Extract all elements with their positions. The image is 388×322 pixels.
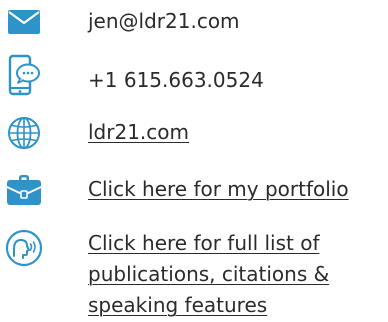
phone-chat-icon xyxy=(4,54,44,96)
speaking-head-icon xyxy=(4,228,44,268)
publications-link-line-3[interactable]: speaking features xyxy=(88,290,329,321)
phone-number[interactable]: +1 615.663.0524 xyxy=(88,65,264,96)
website-link[interactable]: ldr21.com xyxy=(88,117,189,148)
globe-icon xyxy=(4,113,44,153)
publications-link-line-1[interactable]: Click here for full list of xyxy=(88,228,329,259)
portfolio-row: Click here for my portfolio xyxy=(0,168,388,212)
envelope-icon xyxy=(4,2,44,42)
publications-link[interactable]: Click here for full list of publications… xyxy=(88,228,329,321)
publications-row: Click here for full list of publications… xyxy=(0,226,388,322)
website-row: ldr21.com xyxy=(0,113,388,153)
portfolio-link[interactable]: Click here for my portfolio xyxy=(88,174,349,205)
email-row: jen@ldr21.com xyxy=(0,0,388,40)
email-address[interactable]: jen@ldr21.com xyxy=(88,6,240,37)
phone-row: +1 615.663.0524 xyxy=(0,54,388,101)
briefcase-icon xyxy=(4,170,44,210)
publications-link-line-2[interactable]: publications, citations & xyxy=(88,259,329,290)
